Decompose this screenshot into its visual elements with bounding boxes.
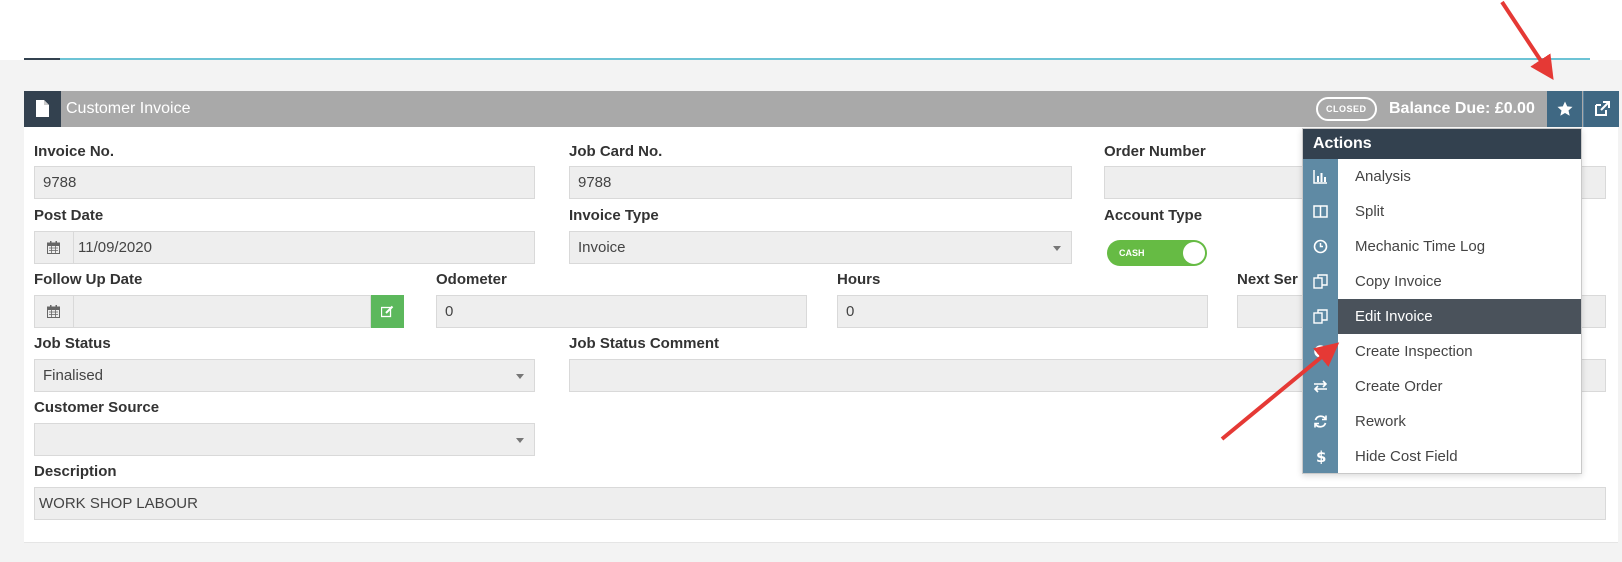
post-date-field[interactable]: 11/09/2020	[34, 231, 535, 264]
actions-menu-title: Actions	[1303, 129, 1581, 159]
menu-item-label: Create Inspection	[1355, 343, 1473, 360]
invoice-type-label: Invoice Type	[569, 207, 659, 224]
account-type-value: CASH	[1119, 248, 1145, 258]
exchange-icon	[1303, 369, 1338, 404]
invoice-no-value: 9788	[43, 174, 77, 191]
menu-item-edit-invoice[interactable]: Edit Invoice	[1303, 299, 1581, 334]
menu-item-rework[interactable]: Rework	[1303, 404, 1581, 439]
svg-text:$: $	[1316, 449, 1326, 464]
menu-item-create-order[interactable]: Create Order	[1303, 369, 1581, 404]
favorite-button[interactable]	[1547, 91, 1582, 127]
edit-icon	[381, 305, 394, 318]
dollar-icon: $	[1303, 439, 1338, 474]
columns-icon	[1303, 194, 1338, 229]
menu-item-analysis[interactable]: Analysis	[1303, 159, 1581, 194]
copy-icon	[1303, 299, 1338, 334]
circle-icon	[1303, 334, 1338, 369]
menu-item-label: Copy Invoice	[1355, 273, 1442, 290]
copy-icon	[1303, 264, 1338, 299]
menu-item-copy-invoice[interactable]: Copy Invoice	[1303, 264, 1581, 299]
odometer-field[interactable]: 0	[436, 295, 807, 328]
panel-title: Customer Invoice	[66, 100, 191, 117]
menu-item-label: Create Order	[1355, 378, 1443, 395]
job-card-no-label: Job Card No.	[569, 143, 663, 160]
job-status-comment-label: Job Status Comment	[569, 335, 720, 352]
account-type-toggle[interactable]: CASH	[1107, 240, 1207, 266]
menu-item-label: Edit Invoice	[1355, 308, 1433, 325]
panel-header: Customer Invoice CLOSED Balance Due: £0.…	[24, 91, 1619, 127]
job-card-no-field[interactable]: 9788	[569, 166, 1072, 199]
menu-item-split[interactable]: Split	[1303, 194, 1581, 229]
menu-item-hide-cost-field[interactable]: $ Hide Cost Field	[1303, 439, 1581, 474]
follow-up-date-field[interactable]	[34, 295, 371, 328]
job-card-no-value: 9788	[578, 174, 612, 191]
menu-item-create-inspection[interactable]: Create Inspection	[1303, 334, 1581, 369]
calendar-icon[interactable]	[35, 232, 74, 263]
customer-source-label: Customer Source	[34, 399, 160, 416]
menu-item-label: Analysis	[1355, 168, 1411, 185]
odometer-label: Odometer	[436, 271, 507, 288]
job-status-value: Finalised	[43, 367, 104, 384]
order-number-label: Order Number	[1104, 143, 1206, 160]
menu-item-label: Mechanic Time Log	[1355, 238, 1486, 255]
open-external-button[interactable]	[1583, 91, 1619, 127]
next-service-label: Next Ser	[1237, 271, 1298, 288]
invoice-type-value: Invoice	[578, 239, 626, 256]
star-icon	[1557, 101, 1573, 116]
follow-up-date-label: Follow Up Date	[34, 271, 143, 288]
status-badge: CLOSED	[1316, 97, 1377, 121]
description-field[interactable]: WORK SHOP LABOUR	[34, 487, 1606, 520]
menu-item-label: Hide Cost Field	[1355, 448, 1458, 465]
post-date-value: 11/09/2020	[78, 239, 152, 256]
refresh-icon	[1303, 404, 1338, 439]
hours-value: 0	[846, 303, 855, 320]
customer-source-select[interactable]	[34, 423, 535, 456]
calendar-icon[interactable]	[35, 296, 74, 327]
bar-chart-icon	[1303, 159, 1338, 194]
description-label: Description	[34, 463, 117, 480]
invoice-type-select[interactable]: Invoice	[569, 231, 1072, 264]
invoice-no-label: Invoice No.	[34, 143, 115, 160]
account-type-label: Account Type	[1104, 207, 1203, 224]
top-bar	[0, 0, 1622, 58]
menu-item-label: Rework	[1355, 413, 1406, 430]
job-status-select[interactable]: Finalised	[34, 359, 535, 392]
actions-dropdown: Actions Analysis Split Mechanic Time Log…	[1302, 128, 1582, 474]
description-value: WORK SHOP LABOUR	[39, 495, 198, 512]
edit-follow-up-button[interactable]	[371, 295, 404, 328]
hours-field[interactable]: 0	[837, 295, 1208, 328]
menu-item-label: Split	[1355, 203, 1385, 220]
toggle-knob	[1183, 242, 1205, 264]
external-link-icon	[1595, 101, 1610, 116]
job-status-label: Job Status	[34, 335, 111, 352]
odometer-value: 0	[445, 303, 454, 320]
document-icon	[24, 91, 61, 127]
menu-item-mechanic-time-log[interactable]: Mechanic Time Log	[1303, 229, 1581, 264]
hours-label: Hours	[837, 271, 881, 288]
clock-icon	[1303, 229, 1338, 264]
panel-bottom-border	[24, 542, 1618, 543]
invoice-no-field[interactable]: 9788	[34, 166, 535, 199]
post-date-label: Post Date	[34, 207, 104, 224]
balance-due: Balance Due: £0.00	[1389, 100, 1535, 117]
